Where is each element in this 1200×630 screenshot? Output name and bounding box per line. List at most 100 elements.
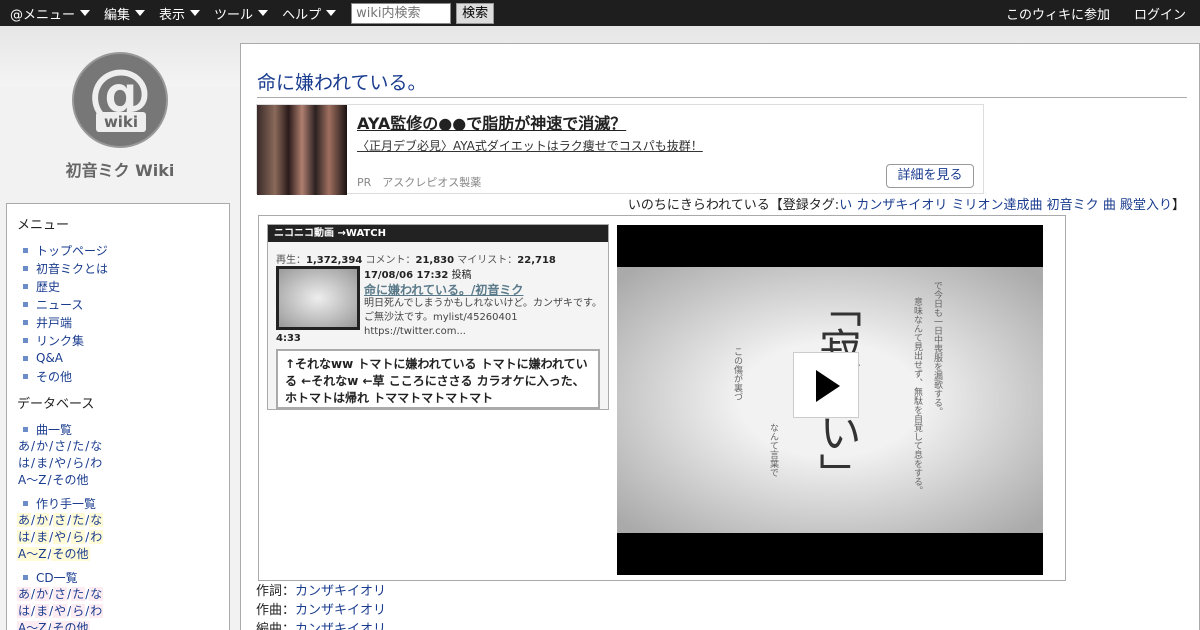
kana-link[interactable]: あ <box>17 513 32 527</box>
sidebar-item-label: 初音ミクとは <box>36 261 109 276</box>
kana-link[interactable]: A～Z <box>17 621 48 630</box>
kana-link[interactable]: ま <box>35 604 50 618</box>
kana-link[interactable]: さ <box>53 587 68 601</box>
kana-index-row: は/ま/や/ら/わ <box>17 530 104 544</box>
bullet-icon <box>23 373 28 379</box>
kana-index-row: は/ま/や/ら/わ <box>17 456 103 470</box>
kana-link[interactable]: あ <box>17 439 31 453</box>
video-stats: 再生：1,372,394 コメント：21,830 マイリスト：22,718 <box>268 242 608 266</box>
kana-link[interactable]: や <box>53 456 67 470</box>
kana-link[interactable]: ま <box>35 456 49 470</box>
sidebar-item-top-page[interactable]: トップページ <box>23 241 219 259</box>
menu-tools[interactable]: ツール <box>214 4 269 23</box>
ad-description[interactable]: 〈正月デブ必見〉AYA式ダイエットはラク痩せでコスパも抜群！ <box>357 137 703 154</box>
login-link[interactable]: ログイン <box>1134 4 1186 23</box>
search-button[interactable]: 検索 <box>456 2 495 24</box>
credit-value[interactable]: カンザキイオリ <box>295 584 386 599</box>
kana-link[interactable]: さ <box>53 513 68 527</box>
kana-link[interactable]: あ <box>17 587 32 601</box>
video-player[interactable]: で今日も一日中喪服を漏歌する。 意味なんて見出せず、無駄を自覚して息をする。 「… <box>617 225 1043 575</box>
sidebar: メニュー トップページ 初音ミクとは 歴史 ニュース 井戸端 リンク集 Q&A … <box>6 203 230 630</box>
kana-link[interactable]: さ <box>53 439 67 453</box>
kana-link[interactable]: その他 <box>51 473 89 487</box>
credit-label: 作曲： <box>256 603 296 618</box>
tag-link[interactable]: ミリオン達成曲 <box>952 198 1043 213</box>
kana-link[interactable]: ら <box>71 456 85 470</box>
ad-title[interactable]: AYA監修の●●で脂肪が神速で消滅？ <box>357 110 626 134</box>
page-title[interactable]: 命に嫌われている。 <box>257 68 1187 98</box>
kana-link[interactable]: や <box>53 604 68 618</box>
credit-value[interactable]: カンザキイオリ <box>295 622 386 630</box>
kana-link[interactable]: や <box>53 530 68 544</box>
menu-heading: メニュー <box>17 218 70 233</box>
ad-image[interactable] <box>257 105 347 195</box>
sidebar-item-qa[interactable]: Q&A <box>23 349 219 367</box>
kana-link[interactable]: わ <box>89 456 103 470</box>
wiki-search-input[interactable] <box>351 2 452 24</box>
song-credits: 作詞：カンザキイオリ 作曲：カンザキイオリ 編曲：カンザキイオリ <box>256 582 386 630</box>
video-title-link[interactable]: 命に嫌われている。/初音ミク <box>364 281 523 298</box>
kana-link[interactable]: た <box>71 439 85 453</box>
kana-link[interactable]: は <box>17 530 32 544</box>
atwiki-logo[interactable]: @ wiki <box>72 52 168 148</box>
bullet-icon <box>23 283 28 289</box>
tag-link[interactable]: 曲 <box>1103 198 1116 213</box>
cd-list-group: CD一覧 <box>23 568 219 586</box>
ad-details-button[interactable]: 詳細を見る <box>886 164 974 188</box>
kana-link[interactable]: た <box>71 587 86 601</box>
sidebar-item-about-miku[interactable]: 初音ミクとは <box>23 259 219 277</box>
kana-link[interactable]: ま <box>35 530 50 544</box>
kana-link[interactable]: ら <box>71 530 86 544</box>
tag-link[interactable]: 殿堂入り <box>1120 198 1172 213</box>
video-thumbnail[interactable] <box>276 266 360 330</box>
bullet-icon <box>23 319 28 325</box>
niconico-header[interactable]: ニコニコ動画 →WATCH <box>268 225 608 242</box>
kana-link[interactable]: か <box>35 587 50 601</box>
kana-link[interactable]: わ <box>89 604 104 618</box>
bullet-icon <box>23 301 28 307</box>
kana-link[interactable]: は <box>17 456 31 470</box>
tag-link[interactable]: い <box>839 198 852 213</box>
sidebar-item-links[interactable]: リンク集 <box>23 331 219 349</box>
kana-link[interactable]: は <box>17 604 32 618</box>
kana-link[interactable]: その他 <box>51 621 90 630</box>
advertisement[interactable]: AYA監修の●●で脂肪が神速で消滅？ 〈正月デブ必見〉AYA式ダイエットはラク痩… <box>256 104 984 195</box>
kana-link[interactable]: な <box>89 587 104 601</box>
kana-link[interactable]: ら <box>71 604 86 618</box>
tag-close: 】 <box>1171 198 1185 213</box>
kana-link[interactable]: わ <box>89 530 104 544</box>
kana-link[interactable]: な <box>89 513 104 527</box>
kana-link[interactable]: か <box>35 513 50 527</box>
sidebar-item-forum[interactable]: 井戸端 <box>23 313 219 331</box>
tag-link[interactable]: カンザキイオリ <box>856 198 947 213</box>
tag-link[interactable]: 初音ミク <box>1047 198 1099 213</box>
play-button[interactable] <box>793 352 859 418</box>
menu-label: ヘルプ <box>282 7 322 23</box>
upload-date: 17/08/06 17:32 投稿 <box>364 266 472 281</box>
kana-link[interactable]: その他 <box>51 547 90 561</box>
site-title[interactable]: 初音ミク Wiki <box>40 157 200 181</box>
sidebar-item-creator-list[interactable]: 作り手一覧 <box>23 494 219 512</box>
sidebar-item-song-list[interactable]: 曲一覧 <box>23 420 219 438</box>
bullet-icon <box>23 574 28 580</box>
bullet-icon <box>23 247 28 253</box>
sidebar-item-other[interactable]: その他 <box>23 367 219 385</box>
kana-link[interactable]: た <box>71 513 86 527</box>
menu-at-menu[interactable]: @メニュー <box>10 4 91 23</box>
menu-edit[interactable]: 編集 <box>104 4 146 23</box>
sidebar-item-label: 歴史 <box>36 279 61 294</box>
kana-link[interactable]: か <box>35 439 49 453</box>
credit-value[interactable]: カンザキイオリ <box>295 603 386 618</box>
kana-index-row: A～Z/その他 <box>17 547 90 561</box>
credit-label: 作詞： <box>256 584 296 599</box>
kana-link[interactable]: A～Z <box>17 473 47 487</box>
sidebar-item-cd-list[interactable]: CD一覧 <box>23 568 219 586</box>
kana-link[interactable]: A～Z <box>17 547 48 561</box>
join-wiki-link[interactable]: このウィキに参加 <box>1006 4 1110 23</box>
sidebar-item-history[interactable]: 歴史 <box>23 277 219 295</box>
kana-link[interactable]: な <box>89 439 103 453</box>
menu-view[interactable]: 表示 <box>159 4 201 23</box>
menu-help[interactable]: ヘルプ <box>282 4 337 23</box>
mylist-count: 22,718 <box>517 255 556 266</box>
sidebar-item-news[interactable]: ニュース <box>23 295 219 313</box>
